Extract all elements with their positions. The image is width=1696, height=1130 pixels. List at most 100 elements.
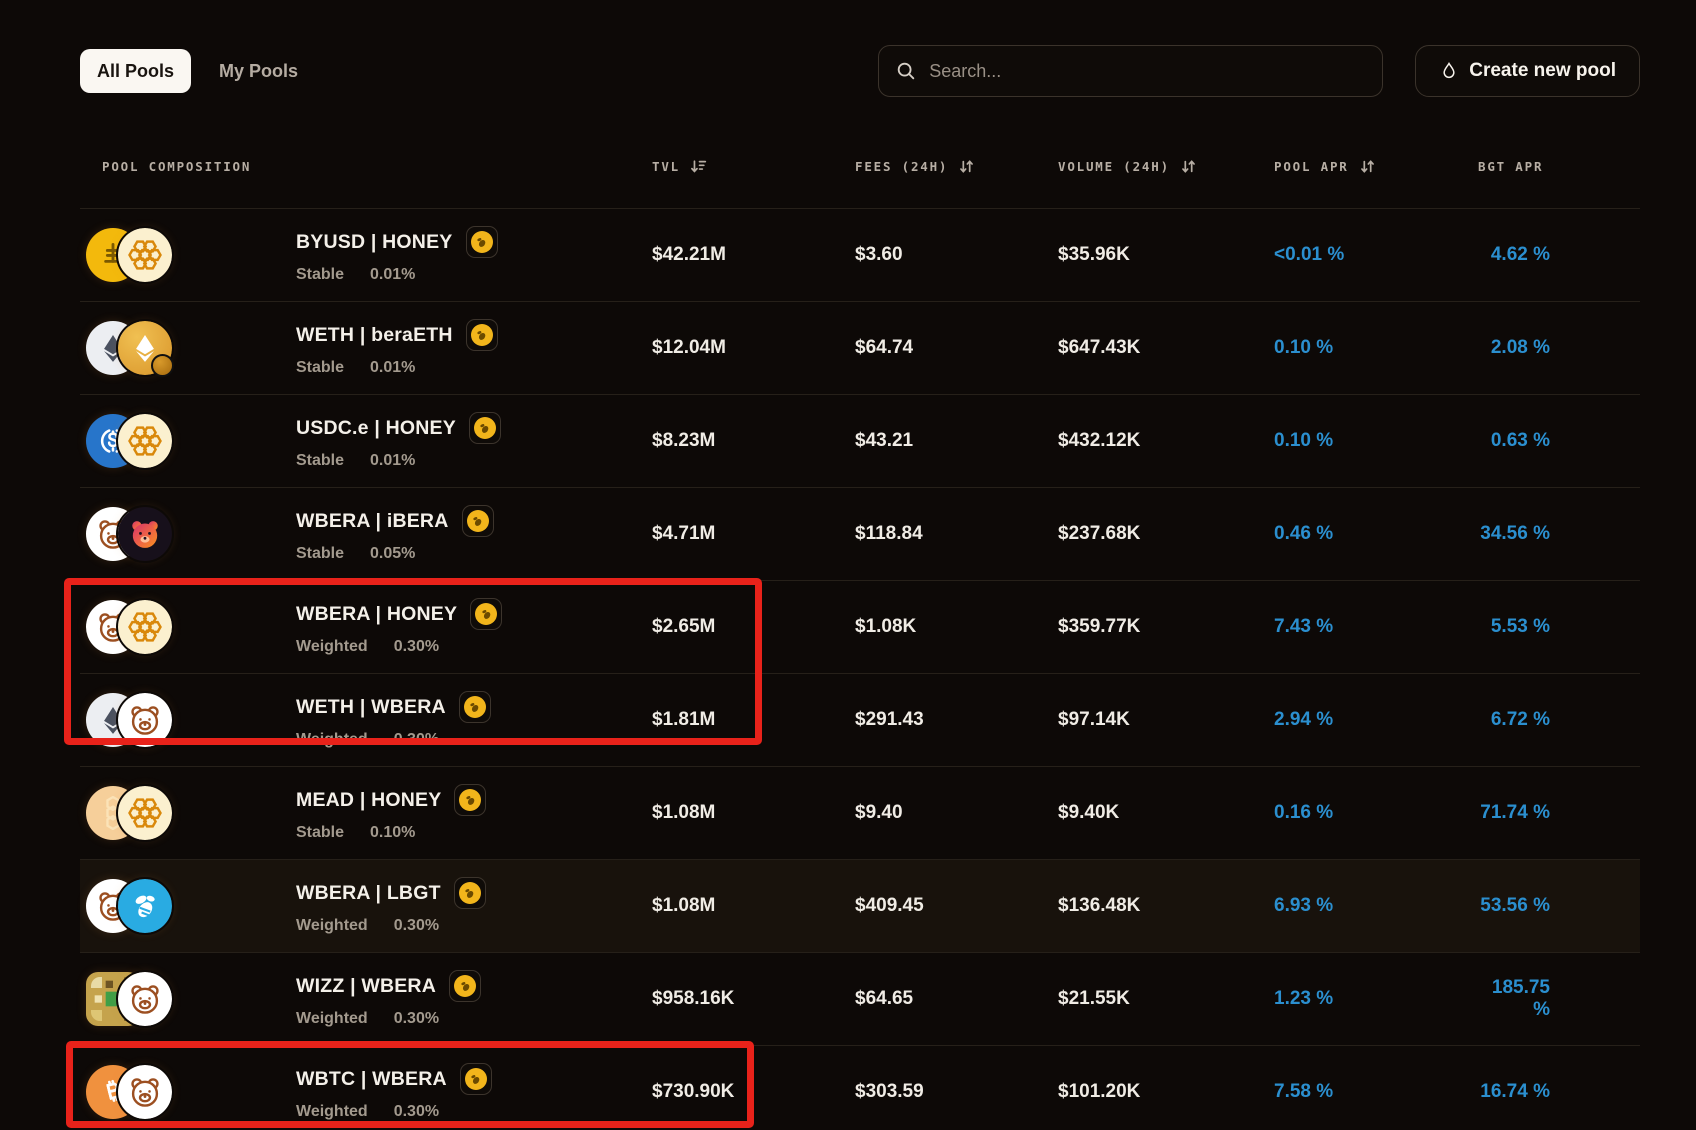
pool-type: Stable bbox=[296, 359, 344, 377]
column-header-volume-24h[interactable]: VOLUME (24H) bbox=[1058, 158, 1274, 175]
pool-composition-cell: MEAD | HONEY Stable 0.10% bbox=[80, 784, 652, 842]
create-new-pool-button[interactable]: Create new pool bbox=[1415, 45, 1640, 97]
pool-type: Weighted bbox=[296, 1103, 368, 1121]
pool-fee: 0.05% bbox=[370, 545, 415, 563]
table-row[interactable]: WETH | WBERA Weighted 0.30% $1.81M $291.… bbox=[80, 673, 1640, 766]
ibera-token-icon bbox=[118, 507, 172, 561]
column-header-fees-24h[interactable]: FEES (24H) bbox=[855, 158, 1058, 175]
table-row[interactable]: WIZZ | WBERA Weighted 0.30% $958.16K $64… bbox=[80, 952, 1640, 1045]
pool-volume-24h: $9.40K bbox=[1058, 802, 1274, 824]
pair-icons bbox=[86, 879, 296, 933]
pool-tvl: $1.81M bbox=[652, 709, 855, 731]
pool-fee: 0.30% bbox=[394, 1103, 439, 1121]
tab-all-pools[interactable]: All Pools bbox=[80, 49, 191, 93]
pool-tvl: $4.71M bbox=[652, 523, 855, 545]
pool-fees-24h: $64.65 bbox=[855, 988, 1058, 1010]
tab-my-pools[interactable]: My Pools bbox=[213, 49, 304, 93]
bee-coin-badge-icon bbox=[466, 226, 498, 258]
column-header-pool-apr[interactable]: POOL APR bbox=[1274, 158, 1478, 175]
pool-bgt-apr-value: 0.63 % bbox=[1478, 430, 1640, 452]
pair-text: WBERA | LBGT Weighted 0.30% bbox=[296, 877, 486, 935]
pool-pair-name: BYUSD | HONEY bbox=[296, 231, 453, 254]
pool-fees-24h: $64.74 bbox=[855, 337, 1058, 359]
pool-apr-value: <0.01 % bbox=[1274, 244, 1478, 266]
bee-coin-badge-icon bbox=[459, 691, 491, 723]
table-row[interactable]: WBERA | HONEY Weighted 0.30% $2.65M $1.0… bbox=[80, 580, 1640, 673]
pool-apr-value: 6.93 % bbox=[1274, 895, 1478, 917]
bee-coin-badge-icon bbox=[466, 319, 498, 351]
bee-coin-badge-icon bbox=[454, 877, 486, 909]
pool-tvl: $2.65M bbox=[652, 616, 855, 638]
pool-fees-24h: $291.43 bbox=[855, 709, 1058, 731]
header-label: FEES (24H) bbox=[855, 159, 948, 174]
pool-apr-value: 0.10 % bbox=[1274, 430, 1478, 452]
pool-composition-cell: WBERA | LBGT Weighted 0.30% bbox=[80, 877, 652, 935]
pool-volume-24h: $35.96K bbox=[1058, 244, 1274, 266]
pool-bgt-apr-value: 185.75 % bbox=[1478, 977, 1640, 1021]
create-new-pool-label: Create new pool bbox=[1469, 60, 1616, 82]
pool-tvl: $1.08M bbox=[652, 802, 855, 824]
table-row[interactable]: WETH | beraETH Stable 0.01% $12.04M $64.… bbox=[80, 301, 1640, 394]
pair-icons bbox=[86, 786, 296, 840]
table-row[interactable]: MEAD | HONEY Stable 0.10% $1.08M $9.40 $… bbox=[80, 766, 1640, 859]
pool-volume-24h: $101.20K bbox=[1058, 1081, 1274, 1103]
header-label: POOL COMPOSITION bbox=[102, 159, 251, 174]
pool-pair-name: USDC.e | HONEY bbox=[296, 417, 456, 440]
pool-bgt-apr-value: 53.56 % bbox=[1478, 895, 1640, 917]
pair-icons bbox=[86, 228, 296, 282]
pool-apr-value: 0.10 % bbox=[1274, 337, 1478, 359]
wbera-token-icon bbox=[118, 972, 172, 1026]
pool-composition-cell: WBTC | WBERA Weighted 0.30% bbox=[80, 1063, 652, 1121]
pair-text: WETH | WBERA Weighted 0.30% bbox=[296, 691, 491, 749]
pool-bgt-apr-value: 4.62 % bbox=[1478, 244, 1640, 266]
wbera-token-icon bbox=[118, 1065, 172, 1119]
pair-text: BYUSD | HONEY Stable 0.01% bbox=[296, 226, 498, 284]
pool-type: Weighted bbox=[296, 638, 368, 656]
pool-bgt-apr-value: 34.56 % bbox=[1478, 523, 1640, 545]
pool-apr-value: 1.23 % bbox=[1274, 988, 1478, 1010]
pool-type: Weighted bbox=[296, 731, 368, 749]
pool-tvl: $1.08M bbox=[652, 895, 855, 917]
search-input[interactable] bbox=[878, 45, 1383, 97]
pool-fees-24h: $43.21 bbox=[855, 430, 1058, 452]
bee-coin-badge-icon bbox=[470, 598, 502, 630]
sort-descending-icon bbox=[690, 158, 707, 175]
pool-fees-24h: $9.40 bbox=[855, 802, 1058, 824]
pool-composition-cell: WETH | beraETH Stable 0.01% bbox=[80, 319, 652, 377]
pool-composition-cell: BYUSD | HONEY Stable 0.01% bbox=[80, 226, 652, 284]
pool-tvl: $12.04M bbox=[652, 337, 855, 359]
pool-composition-cell: WETH | WBERA Weighted 0.30% bbox=[80, 691, 652, 749]
pool-bgt-apr-value: 71.74 % bbox=[1478, 802, 1640, 824]
pair-icons bbox=[86, 693, 296, 747]
table-row[interactable]: WBTC | WBERA Weighted 0.30% $730.90K $30… bbox=[80, 1045, 1640, 1130]
pool-fee: 0.01% bbox=[370, 452, 415, 470]
pool-fee: 0.10% bbox=[370, 824, 415, 842]
pool-fees-24h: $3.60 bbox=[855, 244, 1058, 266]
bee-coin-badge-icon bbox=[460, 1063, 492, 1095]
honey-token-icon bbox=[118, 786, 172, 840]
pool-composition-cell: WBERA | HONEY Weighted 0.30% bbox=[80, 598, 652, 656]
pool-apr-value: 2.94 % bbox=[1274, 709, 1478, 731]
table-row[interactable]: BYUSD | HONEY Stable 0.01% $42.21M $3.60… bbox=[80, 208, 1640, 301]
pair-icons bbox=[86, 414, 296, 468]
pool-volume-24h: $359.77K bbox=[1058, 616, 1274, 638]
table-row[interactable]: WBERA | LBGT Weighted 0.30% $1.08M $409.… bbox=[80, 859, 1640, 952]
table-row[interactable]: WBERA | iBERA Stable 0.05% $4.71M $118.8… bbox=[80, 487, 1640, 580]
header-label: POOL APR bbox=[1274, 159, 1349, 174]
pool-composition-cell: WBERA | iBERA Stable 0.05% bbox=[80, 505, 652, 563]
sort-toggle-icon bbox=[1359, 158, 1376, 175]
table-row[interactable]: USDC.e | HONEY Stable 0.01% $8.23M $43.2… bbox=[80, 394, 1640, 487]
header-label: VOLUME (24H) bbox=[1058, 159, 1170, 174]
column-header-bgt-apr: BGT APR bbox=[1478, 159, 1640, 174]
bera-mini-badge-icon bbox=[151, 354, 174, 377]
table-header-row: POOL COMPOSITION TVL FEES (24H) VOLUME (… bbox=[80, 153, 1640, 179]
pool-volume-24h: $647.43K bbox=[1058, 337, 1274, 359]
honey-token-icon bbox=[118, 414, 172, 468]
pool-fee: 0.30% bbox=[394, 1010, 439, 1028]
pool-bgt-apr-value: 5.53 % bbox=[1478, 616, 1640, 638]
pool-volume-24h: $21.55K bbox=[1058, 988, 1274, 1010]
pair-text: USDC.e | HONEY Stable 0.01% bbox=[296, 412, 501, 470]
pool-volume-24h: $97.14K bbox=[1058, 709, 1274, 731]
column-header-tvl[interactable]: TVL bbox=[652, 158, 855, 175]
pool-fees-24h: $1.08K bbox=[855, 616, 1058, 638]
